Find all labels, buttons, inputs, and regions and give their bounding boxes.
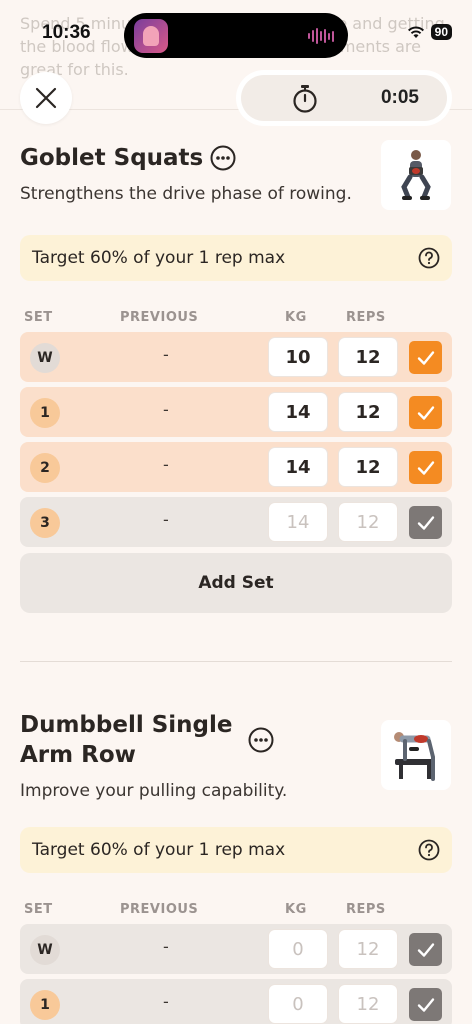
target-text: Target 60% of your 1 rep max [32, 840, 286, 860]
checkmark-icon [417, 405, 434, 420]
more-options-icon[interactable] [248, 727, 274, 753]
dynamic-island [124, 13, 348, 58]
add-set-button[interactable]: Add Set [20, 553, 452, 613]
help-icon[interactable] [418, 839, 440, 861]
header-set: SET [24, 902, 53, 917]
rest-timer[interactable]: 0:05 [236, 70, 452, 126]
previous-value: - [163, 345, 169, 364]
weight-input[interactable]: 10 [268, 337, 328, 377]
set-label-badge[interactable]: 3 [30, 508, 60, 538]
header-previous: PREVIOUS [120, 902, 199, 917]
exercise-title: Dumbbell Single Arm Row [20, 712, 233, 768]
weight-input[interactable]: 0 [268, 984, 328, 1024]
checkmark-icon [417, 515, 434, 530]
header-set: SET [24, 310, 53, 325]
goblet-squat-figure-icon [401, 150, 431, 200]
reps-input[interactable]: 12 [338, 984, 398, 1024]
help-icon[interactable] [418, 247, 440, 269]
set-label-badge[interactable]: 1 [30, 990, 60, 1020]
stopwatch-icon [293, 85, 317, 113]
set-row: W - 0 12 [20, 924, 452, 974]
complete-set-checkbox[interactable] [409, 451, 442, 484]
header-reps: REPS [346, 902, 386, 917]
battery-indicator: 90 [430, 24, 452, 40]
header-kg: KG [285, 902, 307, 917]
set-label-badge[interactable]: W [30, 935, 60, 965]
now-playing-app-icon [134, 19, 168, 53]
previous-value: - [163, 992, 169, 1011]
exercise-description: Improve your pulling capability. [20, 781, 288, 801]
weight-input[interactable]: 14 [268, 447, 328, 487]
exercise-thumbnail[interactable] [381, 720, 451, 790]
audio-wave-icon [308, 27, 334, 45]
exercise-thumbnail[interactable] [381, 140, 451, 210]
set-row: 2 - 14 12 [20, 442, 452, 492]
reps-input[interactable]: 12 [338, 929, 398, 969]
close-icon [35, 87, 57, 109]
set-row: W - 10 12 [20, 332, 452, 382]
set-row: 3 - 14 12 [20, 497, 452, 547]
previous-value: - [163, 455, 169, 474]
header-previous: PREVIOUS [120, 310, 199, 325]
weight-input[interactable]: 0 [268, 929, 328, 969]
set-label-badge[interactable]: 2 [30, 453, 60, 483]
section-divider [20, 661, 452, 662]
complete-set-checkbox[interactable] [409, 933, 442, 966]
target-banner: Target 60% of your 1 rep max [20, 235, 452, 281]
set-table-header: SET PREVIOUS KG REPS [20, 902, 452, 922]
weight-input[interactable]: 14 [268, 392, 328, 432]
complete-set-checkbox[interactable] [409, 506, 442, 539]
previous-value: - [163, 937, 169, 956]
reps-input[interactable]: 12 [338, 392, 398, 432]
complete-set-checkbox[interactable] [409, 988, 442, 1021]
exercise-description: Strengthens the drive phase of rowing. [20, 184, 352, 204]
complete-set-checkbox[interactable] [409, 396, 442, 429]
set-table-header: SET PREVIOUS KG REPS [20, 310, 452, 330]
set-label-badge[interactable]: W [30, 343, 60, 373]
checkmark-icon [417, 350, 434, 365]
complete-set-checkbox[interactable] [409, 341, 442, 374]
set-row: 1 - 0 12 [20, 979, 452, 1024]
previous-value: - [163, 400, 169, 419]
exercise-title: Goblet Squats [20, 145, 204, 171]
target-banner: Target 60% of your 1 rep max [20, 827, 452, 873]
reps-input[interactable]: 12 [338, 337, 398, 377]
header-reps: REPS [346, 310, 386, 325]
checkmark-icon [417, 460, 434, 475]
more-options-icon[interactable] [210, 145, 236, 171]
timer-value: 0:05 [380, 87, 419, 108]
reps-input[interactable]: 12 [338, 447, 398, 487]
close-button[interactable] [20, 72, 72, 124]
previous-value: - [163, 510, 169, 529]
checkmark-icon [417, 997, 434, 1012]
dumbbell-row-figure-icon [394, 732, 435, 781]
header-kg: KG [285, 310, 307, 325]
wifi-icon [407, 26, 424, 38]
reps-input[interactable]: 12 [338, 502, 398, 542]
target-text: Target 60% of your 1 rep max [32, 248, 286, 268]
status-indicators: 90 [407, 24, 452, 40]
set-label-badge[interactable]: 1 [30, 398, 60, 428]
set-row: 1 - 14 12 [20, 387, 452, 437]
checkmark-icon [417, 942, 434, 957]
status-time: 10:36 [42, 22, 91, 43]
weight-input[interactable]: 14 [268, 502, 328, 542]
